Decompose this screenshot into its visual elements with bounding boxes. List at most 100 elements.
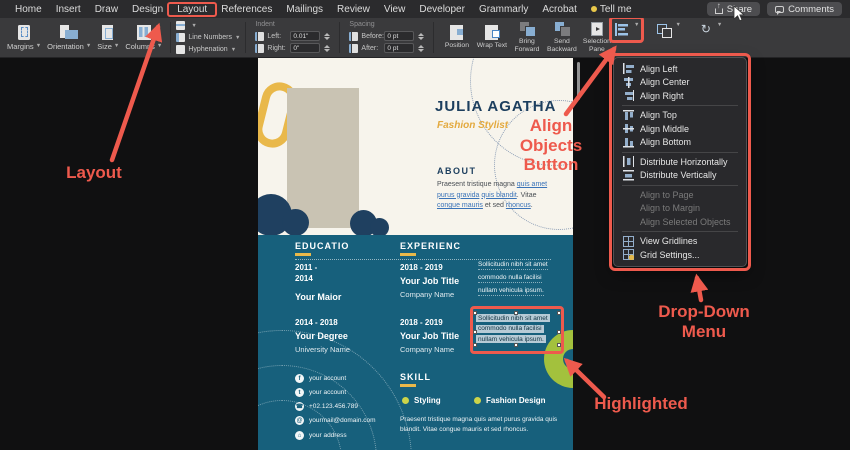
icon-placeholder	[623, 203, 634, 214]
icon-placeholder	[623, 216, 634, 227]
indent-right-stepper[interactable]	[323, 43, 330, 53]
spacing-before-stepper[interactable]	[417, 31, 424, 41]
tell-me-item[interactable]: Tell me	[584, 4, 639, 15]
menu-item-label: Align Center	[640, 77, 690, 88]
margins-button[interactable]: Margins ▼	[4, 18, 44, 57]
align-objects-button[interactable]: ▼	[609, 16, 645, 43]
education-years: 2011 - 2014	[295, 263, 318, 283]
tab-home[interactable]: Home	[8, 4, 49, 15]
tab-review[interactable]: Review	[330, 4, 377, 15]
hyperlink[interactable]: quis blandit	[481, 192, 516, 199]
spacing-group: Spacing Before: 0 pt After: 0 pt	[345, 18, 428, 57]
contact-item: f your account	[295, 374, 346, 383]
hyperlink[interactable]: purus gravida	[437, 192, 479, 199]
experience-subtitle: Company Name	[400, 290, 455, 299]
menu-item-label: Align Left	[640, 63, 678, 74]
menu-item-align-selected-objects: Align Selected Objects	[614, 215, 746, 229]
selection-handle[interactable]	[473, 330, 477, 334]
align-right-icon	[623, 90, 634, 102]
tab-view[interactable]: View	[377, 4, 413, 15]
selection-handle[interactable]	[473, 342, 477, 347]
ribbon-separator	[433, 22, 435, 53]
group-button[interactable]: ▼	[653, 20, 682, 39]
menu-item-align-to-page: Align to Page	[614, 188, 746, 202]
menu-item-view-gridlines[interactable]: View Gridlines	[614, 235, 746, 249]
chevron-down-icon: ▼	[716, 22, 723, 28]
selection-handle[interactable]	[557, 342, 561, 347]
rotate-button[interactable]: ↻ ▼	[695, 20, 724, 39]
indent-left-stepper[interactable]	[323, 31, 330, 41]
indent-group: Indent Left: 0.01" Right: 0"	[251, 18, 334, 57]
document-scrollbar[interactable]	[577, 62, 580, 100]
hyphenation-button[interactable]: Hyphenation ▼	[176, 45, 240, 55]
gridlines-icon	[623, 235, 634, 247]
chevron-down-icon: ▼	[234, 34, 241, 41]
indent-left-input[interactable]: 0.01"	[290, 31, 321, 41]
spacing-after-input[interactable]: 0 pt	[384, 43, 415, 53]
bring-forward-button[interactable]: Bring Forward	[509, 18, 544, 57]
menu-item-align-middle[interactable]: Align Middle	[614, 122, 746, 136]
selection-handle[interactable]	[557, 311, 561, 315]
experience-years: 2018 - 2019	[400, 263, 443, 272]
menu-item-distribute-horizontally[interactable]: Distribute Horizontally	[614, 155, 746, 169]
selection-pane-button[interactable]: Selection Pane	[579, 18, 614, 57]
tab-draw[interactable]: Draw	[88, 4, 125, 15]
contact-label: your account	[309, 389, 347, 396]
hyperlink[interactable]: congue mauris	[437, 202, 483, 209]
menu-item-label: Grid Settings...	[640, 249, 700, 260]
selected-text-box[interactable]: Sollicitudin nibh sit amet commodo nulla…	[470, 306, 564, 354]
chevron-down-icon: ▼	[191, 22, 197, 29]
wrap-text-button[interactable]: Wrap Text	[474, 18, 509, 57]
hyperlink[interactable]: rhoncus	[506, 202, 531, 209]
tab-acrobat[interactable]: Acrobat	[535, 4, 583, 15]
selection-handle[interactable]	[473, 311, 477, 315]
selection-handle[interactable]	[557, 330, 561, 334]
spacing-before-input[interactable]: 0 pt	[384, 31, 415, 41]
indent-right-input[interactable]: 0"	[290, 43, 321, 53]
menu-item-align-center[interactable]: Align Center	[614, 76, 746, 90]
experience-years: 2018 - 2019	[400, 318, 443, 327]
breaks-button[interactable]: ▼	[176, 21, 240, 31]
tab-design[interactable]: Design	[125, 4, 170, 15]
menu-item-label: Align to Margin	[640, 203, 701, 214]
share-icon	[714, 7, 723, 14]
line-numbers-label: Line Numbers	[188, 34, 232, 41]
hyperlink[interactable]: quis amet	[517, 181, 547, 188]
menu-item-align-right[interactable]: Align Right	[614, 89, 746, 103]
line-numbers-button[interactable]: Line Numbers ▼	[176, 33, 240, 43]
selection-pane-icon	[590, 21, 603, 36]
spacing-after-stepper[interactable]	[417, 43, 424, 53]
tab-references[interactable]: References	[214, 4, 279, 15]
tab-developer[interactable]: Developer	[412, 4, 472, 15]
bring-forward-icon	[518, 21, 536, 38]
distribute-horizontal-icon	[623, 156, 634, 168]
rotate-icon: ↻	[700, 22, 711, 36]
menu-item-grid-settings[interactable]: Grid Settings...	[614, 248, 746, 262]
tell-me-label: Tell me	[599, 3, 632, 15]
menu-item-align-top[interactable]: Align Top	[614, 109, 746, 123]
note-line: nullam vehicula ipsum.	[478, 287, 544, 296]
tab-mailings[interactable]: Mailings	[279, 4, 330, 15]
menu-item-label: View Gridlines	[640, 236, 698, 247]
orientation-button[interactable]: Orientation ▼	[44, 18, 94, 57]
size-label: Size	[97, 41, 112, 51]
mouse-cursor	[733, 6, 745, 22]
tab-insert[interactable]: Insert	[49, 4, 88, 15]
chevron-down-icon: ▼	[230, 46, 237, 53]
menu-item-align-bottom[interactable]: Align Bottom	[614, 136, 746, 150]
columns-button[interactable]: Columns ▼	[122, 18, 165, 57]
about-paragraph: Praesent tristique magna quis amet purus…	[437, 180, 559, 212]
chevron-down-icon: ▼	[113, 43, 120, 49]
tab-layout[interactable]: Layout	[167, 1, 218, 17]
menu-item-align-left[interactable]: Align Left	[614, 62, 746, 76]
menu-item-label: Align Selected Objects	[640, 216, 731, 227]
menu-item-distribute-vertically[interactable]: Distribute Vertically	[614, 169, 746, 183]
menu-item-align-to-margin: Align to Margin	[614, 202, 746, 216]
comments-button[interactable]: Comments	[767, 2, 842, 16]
send-backward-button[interactable]: Send Backward	[544, 18, 579, 57]
selection-handle[interactable]	[514, 311, 518, 315]
selection-handle[interactable]	[514, 342, 518, 347]
position-button[interactable]: Position	[439, 18, 474, 57]
tab-grammarly[interactable]: Grammarly	[472, 4, 535, 15]
size-button[interactable]: Size ▼	[94, 18, 122, 57]
